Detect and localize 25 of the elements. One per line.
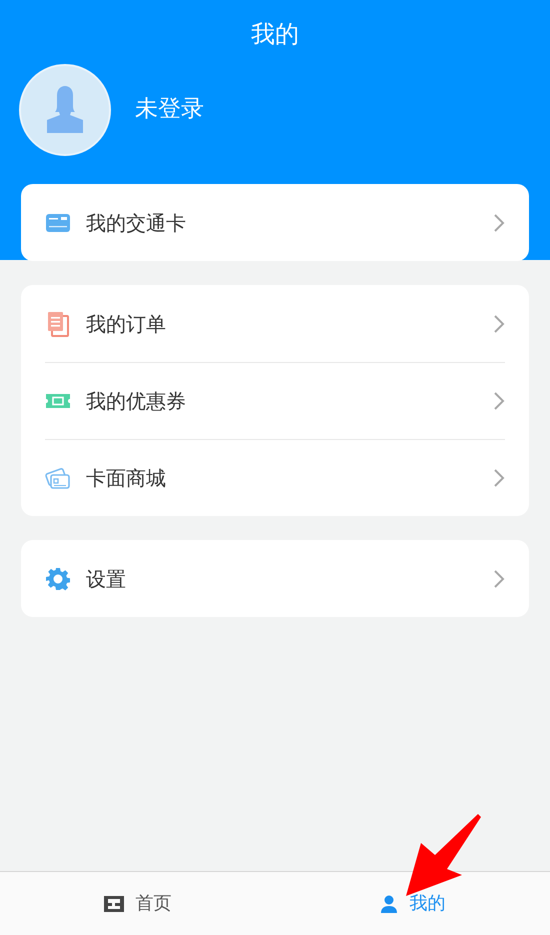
chevron-right-icon [493, 212, 505, 232]
chevron-right-icon [493, 468, 505, 488]
menu-item[interactable]: 设置 [45, 540, 505, 617]
menu-item[interactable]: 卡面商城 [45, 439, 505, 516]
person-icon [380, 894, 398, 912]
menu-item[interactable]: 我的交通卡 [45, 184, 505, 261]
menu-item[interactable]: 我的优惠券 [45, 362, 505, 439]
menu-label: 我的交通卡 [86, 210, 187, 236]
menu-label: 我的订单 [86, 310, 167, 338]
tab[interactable]: 首页 [104, 890, 172, 917]
bank-card-icon [45, 212, 71, 234]
chevron-right-icon [493, 568, 505, 588]
menu-item[interactable]: 我的订单 [45, 285, 505, 362]
page-title: 我的 [251, 19, 299, 50]
ticket-icon [45, 393, 71, 409]
menu-label: 我的优惠券 [86, 388, 187, 415]
menu-label: 卡面商城 [86, 465, 167, 492]
user-name: 未登录 [135, 95, 204, 124]
logo-icon [104, 896, 124, 912]
document-icon [46, 310, 70, 336]
menu-label: 设置 [86, 566, 127, 592]
settings-icon [46, 566, 70, 590]
chevron-right-icon [493, 314, 505, 334]
chevron-right-icon [493, 391, 505, 411]
cards-icon [45, 466, 71, 490]
